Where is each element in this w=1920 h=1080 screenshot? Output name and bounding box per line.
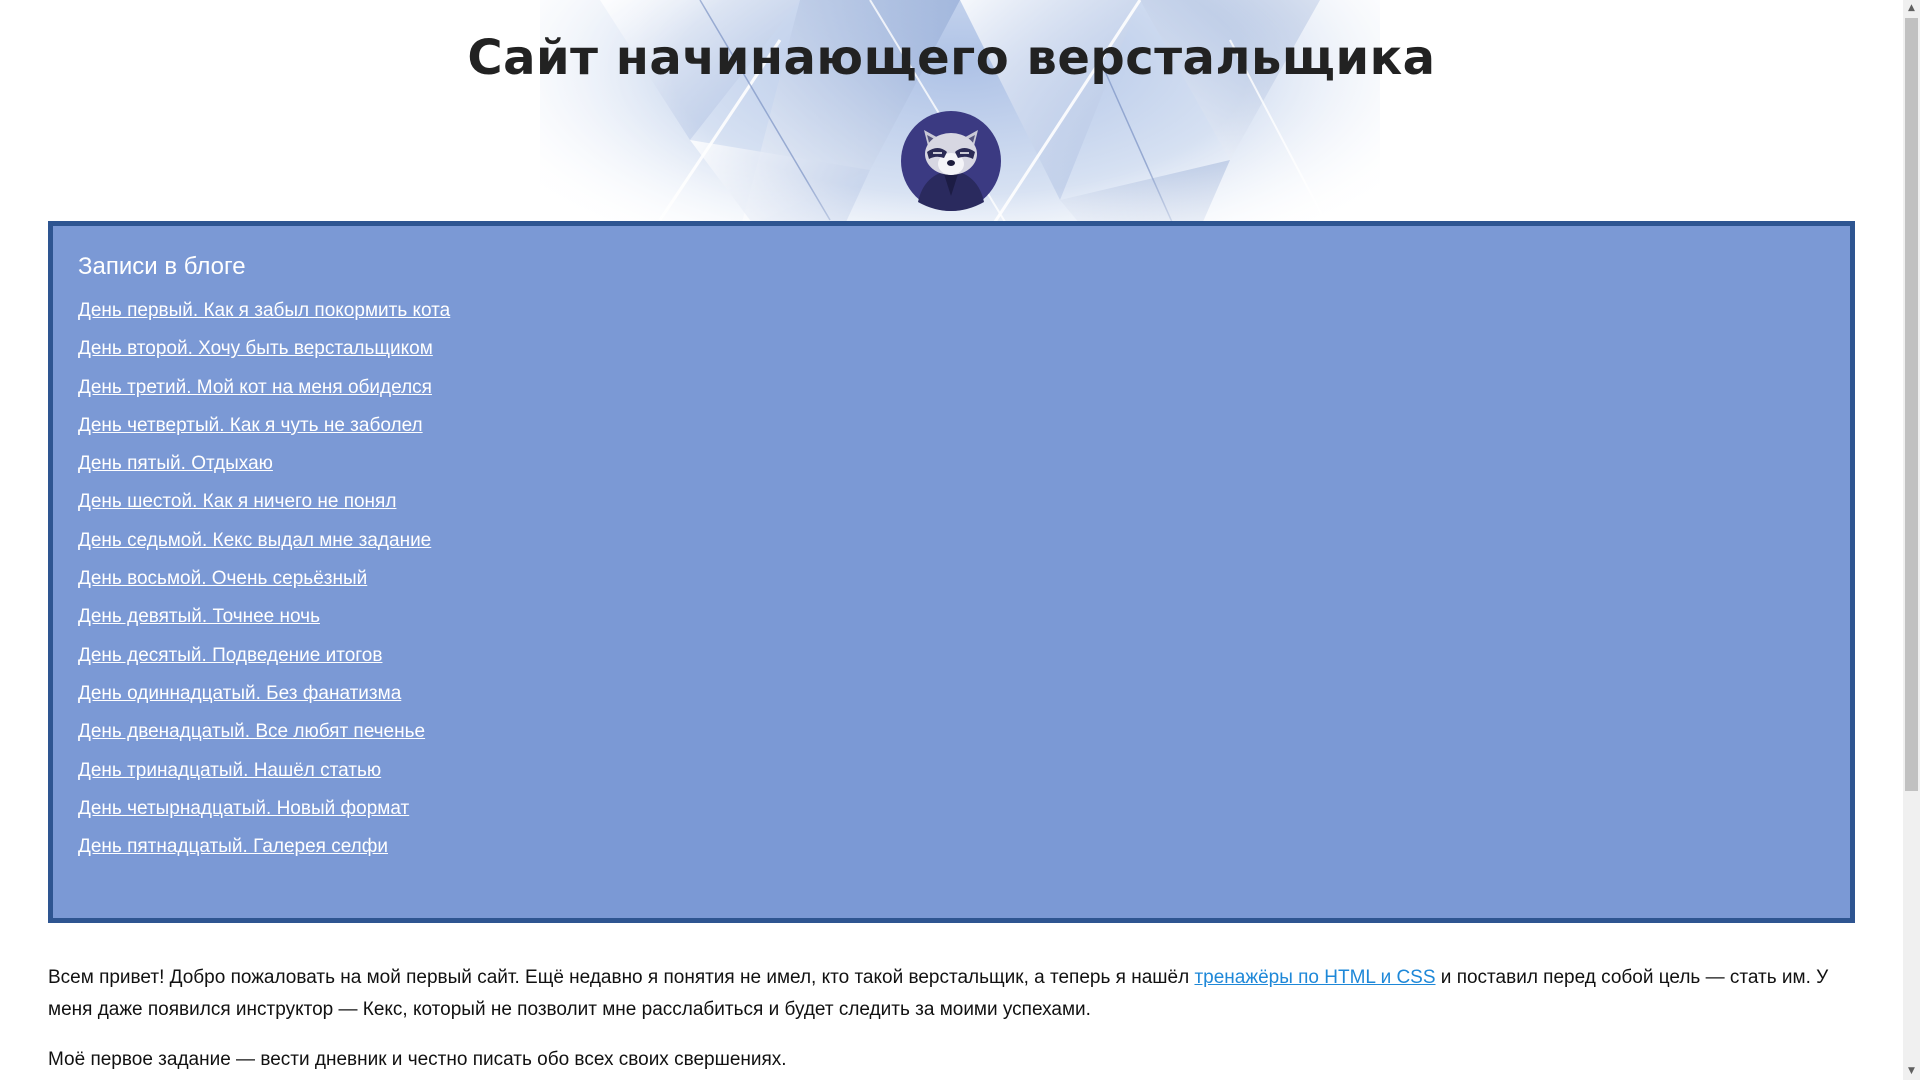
- list-item: День одиннадцатый. Без фанатизма: [78, 679, 1825, 717]
- blog-post-link[interactable]: День первый. Как я забыл покормить кота: [78, 300, 450, 321]
- blog-post-link[interactable]: День двенадцатый. Все любят печенье: [78, 721, 425, 742]
- scrollbar-thumb[interactable]: [1905, 18, 1918, 791]
- blog-post-link[interactable]: День девятый. Точнее ночь: [78, 606, 320, 627]
- blog-post-list: День первый. Как я забыл покормить кота …: [78, 296, 1825, 870]
- page-title: Сайт начинающего верстальщика: [467, 30, 1436, 86]
- scroll-down-arrow-icon[interactable]: ▼: [1903, 1063, 1920, 1080]
- intro-paragraph: Всем привет! Добро пожаловать на мой пер…: [48, 962, 1858, 1026]
- intro-text-before: Всем привет! Добро пожаловать на мой пер…: [48, 967, 1195, 988]
- list-item: День первый. Как я забыл покормить кота: [78, 296, 1825, 334]
- blog-post-link[interactable]: День четвертый. Как я чуть не заболел: [78, 415, 423, 436]
- blog-post-link[interactable]: День второй. Хочу быть верстальщиком: [78, 338, 433, 359]
- blog-post-link[interactable]: День тринадцатый. Нашёл статью: [78, 760, 381, 781]
- list-item: День тринадцатый. Нашёл статью: [78, 756, 1825, 794]
- blog-post-link[interactable]: День седьмой. Кекс выдал мне задание: [78, 530, 431, 551]
- list-item: День двенадцатый. Все любят печенье: [78, 717, 1825, 755]
- blog-post-link[interactable]: День одиннадцатый. Без фанатизма: [78, 683, 401, 704]
- blog-post-link[interactable]: День пятый. Отдыхаю: [78, 453, 273, 474]
- list-item: День пятый. Отдыхаю: [78, 449, 1825, 487]
- blog-post-link[interactable]: День третий. Мой кот на меня обиделся: [78, 377, 432, 398]
- list-item: День четырнадцатый. Новый формат: [78, 794, 1825, 832]
- blog-posts-panel: Записи в блоге День первый. Как я забыл …: [48, 221, 1855, 923]
- list-item: День пятнадцатый. Галерея селфи: [78, 832, 1825, 870]
- blog-post-link[interactable]: День шестой. Как я ничего не понял: [78, 491, 396, 512]
- blog-post-link[interactable]: День десятый. Подведение итогов: [78, 645, 382, 666]
- raccoon-avatar-icon: [900, 110, 1002, 212]
- list-item: День шестой. Как я ничего не понял: [78, 487, 1825, 525]
- list-item: День восьмой. Очень серьёзный: [78, 564, 1825, 602]
- list-item: День десятый. Подведение итогов: [78, 641, 1825, 679]
- trainers-link[interactable]: тренажёры по HTML и CSS: [1194, 967, 1435, 988]
- vertical-scrollbar[interactable]: ▲ ▼: [1903, 0, 1920, 1080]
- list-item: День третий. Мой кот на меня обиделся: [78, 373, 1825, 411]
- task-paragraph: Моё первое задание — вести дневник и чес…: [48, 1049, 787, 1070]
- blog-post-link[interactable]: День четырнадцатый. Новый формат: [78, 798, 409, 819]
- list-item: День второй. Хочу быть верстальщиком: [78, 334, 1825, 372]
- blog-post-link[interactable]: День пятнадцатый. Галерея селфи: [78, 836, 388, 857]
- blog-heading: Записи в блоге: [78, 253, 246, 280]
- list-item: День четвертый. Как я чуть не заболел: [78, 411, 1825, 449]
- blog-post-link[interactable]: День восьмой. Очень серьёзный: [78, 568, 367, 589]
- list-item: День девятый. Точнее ночь: [78, 602, 1825, 640]
- list-item: День седьмой. Кекс выдал мне задание: [78, 526, 1825, 564]
- scroll-up-arrow-icon[interactable]: ▲: [1903, 0, 1920, 17]
